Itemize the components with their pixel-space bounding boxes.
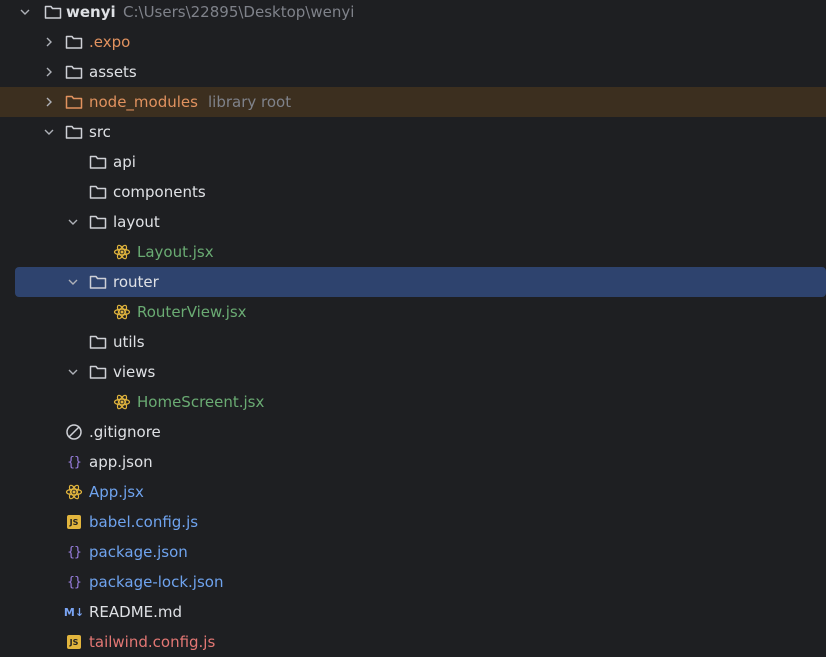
project-path: C:\Users\22895\Desktop\wenyi (123, 3, 355, 21)
chevron-right-icon[interactable] (40, 33, 58, 51)
js-badge: JS (67, 635, 81, 649)
tree-row-root[interactable]: wenyi C:\Users\22895\Desktop\wenyi (0, 0, 826, 27)
tree-row-gitignore[interactable]: .gitignore (0, 417, 826, 447)
folder-icon (89, 273, 107, 291)
chevron-down-icon[interactable] (40, 123, 58, 141)
js-icon: JS (65, 513, 83, 531)
tree-row-package-json[interactable]: {} package.json (0, 537, 826, 567)
folder-icon (65, 63, 83, 81)
tree-row-app-json[interactable]: {} app.json (0, 447, 826, 477)
folder-icon (89, 363, 107, 381)
tree-label: .expo (89, 33, 131, 51)
folder-icon (89, 333, 107, 351)
chevron-down-icon[interactable] (64, 213, 82, 231)
folder-icon (65, 123, 83, 141)
tree-row-components[interactable]: components (0, 177, 826, 207)
tree-row-routerview-jsx[interactable]: RouterView.jsx (0, 297, 826, 327)
tree-row-views[interactable]: views (0, 357, 826, 387)
json-icon: {} (67, 454, 82, 470)
tree-label: Layout.jsx (137, 243, 214, 261)
react-icon (113, 393, 131, 411)
tree-row-package-lock-json[interactable]: {} package-lock.json (0, 567, 826, 597)
tree-row-layout-jsx[interactable]: Layout.jsx (0, 237, 826, 267)
tree-label: RouterView.jsx (137, 303, 247, 321)
tree-row-router[interactable]: router (15, 267, 826, 297)
tree-row-babel-config[interactable]: JS babel.config.js (0, 507, 826, 537)
tree-label: package-lock.json (89, 573, 224, 591)
tree-label: HomeScreent.jsx (137, 393, 265, 411)
react-icon (65, 483, 83, 501)
tree-label: components (113, 183, 206, 201)
chevron-right-icon[interactable] (40, 63, 58, 81)
json-icon: {} (67, 574, 82, 590)
folder-icon (65, 33, 83, 51)
js-badge: JS (67, 515, 81, 529)
folder-icon (65, 93, 83, 111)
tree-label: layout (113, 213, 160, 231)
chevron-down-icon[interactable] (64, 363, 82, 381)
tree-label: README.md (89, 603, 183, 621)
tree-row-homescreent-jsx[interactable]: HomeScreent.jsx (0, 387, 826, 417)
tree-label: App.jsx (89, 483, 144, 501)
tree-label: api (113, 153, 136, 171)
project-tree: wenyi C:\Users\22895\Desktop\wenyi .expo… (0, 0, 826, 651)
tree-row-assets[interactable]: assets (0, 57, 826, 87)
tree-row-node-modules[interactable]: node_modules library root (0, 87, 826, 117)
library-root-hint: library root (208, 93, 292, 111)
js-icon: JS (65, 633, 83, 651)
chevron-down-icon[interactable] (16, 3, 34, 21)
folder-icon (44, 3, 62, 21)
tree-row-src[interactable]: src (0, 117, 826, 147)
react-icon (113, 303, 131, 321)
json-icon: {} (67, 544, 82, 560)
tree-row-api[interactable]: api (0, 147, 826, 177)
folder-icon (89, 213, 107, 231)
tree-label: views (113, 363, 156, 381)
folder-icon (89, 183, 107, 201)
ignore-icon (65, 423, 83, 441)
markdown-icon: M↓ (63, 605, 85, 619)
folder-icon (89, 153, 107, 171)
tree-label: assets (89, 63, 137, 81)
tree-label: app.json (89, 453, 153, 471)
tree-row-app-jsx[interactable]: App.jsx (0, 477, 826, 507)
tree-label: utils (113, 333, 145, 351)
tree-row-readme[interactable]: M↓ README.md (0, 597, 826, 627)
chevron-right-icon[interactable] (40, 93, 58, 111)
project-name: wenyi (66, 3, 116, 21)
tree-label: node_modules (89, 93, 198, 111)
tree-row-tailwind-config[interactable]: JS tailwind.config.js (0, 627, 826, 657)
tree-row-expo[interactable]: .expo (0, 27, 826, 57)
tree-label: babel.config.js (89, 513, 199, 531)
react-icon (113, 243, 131, 261)
tree-row-layout[interactable]: layout (0, 207, 826, 237)
tree-label: src (89, 123, 111, 141)
tree-label: .gitignore (89, 423, 161, 441)
tree-label: package.json (89, 543, 188, 561)
chevron-down-icon[interactable] (64, 273, 82, 291)
tree-label: router (113, 273, 159, 291)
tree-row-utils[interactable]: utils (0, 327, 826, 357)
tree-label: tailwind.config.js (89, 633, 216, 651)
